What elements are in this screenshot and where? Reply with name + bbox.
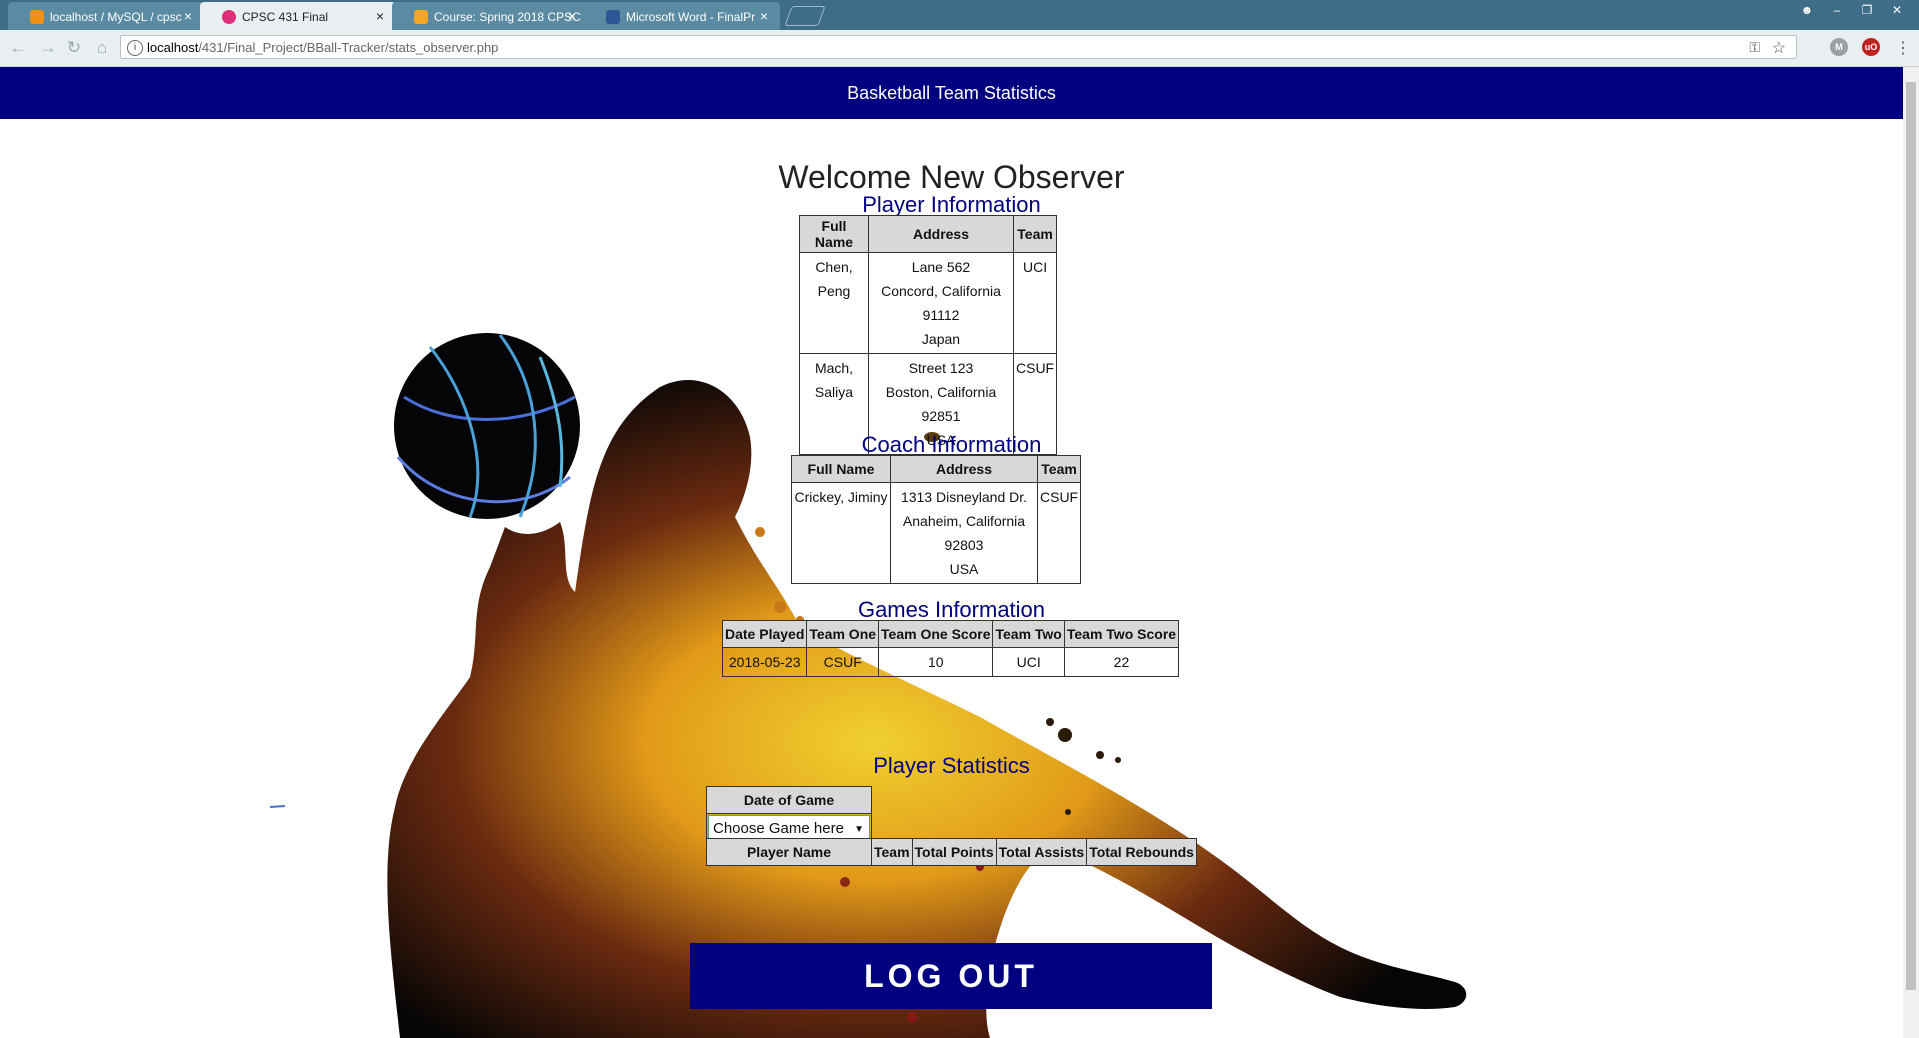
column-header: Team Two Score: [1063, 620, 1180, 648]
date-cell: 2018-05-23: [721, 647, 808, 677]
column-header: Team: [1012, 215, 1058, 253]
browser-tab[interactable]: localhost / MySQL / cpsc ×: [8, 2, 204, 30]
moodle-icon: [414, 10, 428, 24]
logout-button[interactable]: LOG OUT: [690, 943, 1212, 1009]
column-header: Team Two: [992, 620, 1065, 648]
table-row: Crickey, Jiminy 1313 Disneyland Dr. Anah…: [791, 482, 1082, 584]
column-header: Team: [871, 838, 913, 866]
address-city: Concord, California 91112: [881, 283, 1001, 323]
close-window-icon[interactable]: ✕: [1884, 0, 1910, 20]
column-header: Date of Game: [706, 786, 872, 814]
player-name-cell: Chen, Peng: [799, 252, 869, 354]
app-icon: [222, 10, 236, 24]
player-stats-table: Player Name Team Total Points Total Assi…: [706, 838, 1197, 866]
coach-name-cell: Crickey, Jiminy: [791, 482, 891, 584]
key-icon[interactable]: ⚿: [1749, 39, 1760, 56]
player-info-table: Full Name Address Team Chen, Peng Lane 5…: [799, 215, 1058, 455]
minimize-icon[interactable]: –: [1824, 0, 1850, 20]
url-path: /431/Final_Project/BBall-Tracker/stats_o…: [198, 40, 499, 55]
browser-tab[interactable]: Course: Spring 2018 CPSC ×: [392, 2, 588, 30]
table-header-row: Date of Game: [706, 786, 872, 814]
column-header: Total Assists: [995, 838, 1088, 866]
table-header-row: Full Name Address Team: [799, 215, 1058, 253]
phpmyadmin-icon: [30, 10, 44, 24]
column-header: Full Name: [791, 455, 891, 483]
tab-title: Course: Spring 2018 CPSC: [434, 10, 581, 24]
team-cell: CSUF: [1036, 482, 1082, 584]
address-street: 1313 Disneyland Dr.: [900, 489, 1028, 505]
profile-icon[interactable]: ☻: [1794, 0, 1820, 20]
close-icon[interactable]: ×: [568, 8, 576, 24]
tab-title: localhost / MySQL / cpsc: [50, 10, 182, 24]
info-icon[interactable]: i: [127, 40, 143, 56]
table-row: Chen, Peng Lane 562 Concord, California …: [799, 252, 1058, 354]
forward-icon[interactable]: →: [38, 38, 58, 58]
address-cell: Lane 562 Concord, California 91112 Japan: [868, 252, 1014, 354]
close-icon[interactable]: ×: [184, 8, 192, 24]
column-header: Team One Score: [878, 620, 994, 648]
address-street: Street 123: [908, 360, 974, 376]
team-one-score-cell: 10: [878, 647, 994, 677]
scrollbar[interactable]: [1903, 67, 1919, 1038]
restore-icon[interactable]: ❐: [1854, 0, 1880, 20]
table-header-row: Date Played Team One Team One Score Team…: [721, 620, 1180, 648]
address-cell: 1313 Disneyland Dr. Anaheim, California …: [890, 482, 1038, 584]
close-icon[interactable]: ×: [760, 8, 768, 24]
browser-menu-icon[interactable]: ⋮: [1895, 38, 1911, 58]
new-tab-button[interactable]: [784, 6, 826, 26]
address-city: Anaheim, California 92803: [902, 513, 1026, 553]
date-of-game-table: Date of Game Choose Game here ▼: [706, 786, 872, 845]
column-header: Player Name: [706, 838, 872, 866]
extension-icon[interactable]: M: [1830, 38, 1848, 56]
column-header: Full Name: [799, 215, 869, 253]
browser-tab-active[interactable]: CPSC 431 Final ×: [200, 2, 396, 30]
table-header-row: Player Name Team Total Points Total Assi…: [706, 838, 1197, 866]
address-city: Boston, California 92851: [885, 384, 997, 424]
column-header: Total Rebounds: [1086, 838, 1197, 866]
column-header: Address: [868, 215, 1014, 253]
address-street: Lane 562: [911, 259, 971, 275]
column-header: Address: [890, 455, 1038, 483]
tab-title: Microsoft Word - FinalPr: [626, 10, 756, 24]
address-country: USA: [949, 561, 979, 577]
column-header: Date Played: [721, 620, 808, 648]
address-bar: ← → ↻ ⌂ i localhost/431/Final_Project/BB…: [0, 30, 1919, 67]
url-host: localhost: [147, 40, 199, 55]
basketball-icon: [394, 333, 580, 519]
table-row: 2018-05-23 CSUF 10 UCI 22: [721, 647, 1180, 677]
address-country: Japan: [921, 331, 961, 347]
team-one-cell: CSUF: [806, 647, 880, 677]
column-header: Team: [1036, 455, 1082, 483]
browser-tab[interactable]: Microsoft Word - FinalPr ×: [584, 2, 780, 30]
document-icon: [606, 10, 620, 24]
team-two-score-cell: 22: [1063, 647, 1180, 677]
team-two-cell: UCI: [992, 647, 1065, 677]
bookmark-star-icon[interactable]: ☆: [1772, 38, 1786, 58]
team-cell: UCI: [1012, 252, 1058, 354]
welcome-heading: Welcome New Observer: [778, 159, 1125, 195]
scrollbar-thumb[interactable]: [1906, 82, 1916, 990]
games-info-table: Date Played Team One Team One Score Team…: [721, 620, 1180, 677]
game-select-value: Choose Game here: [713, 820, 844, 837]
tab-title: CPSC 431 Final: [242, 10, 329, 24]
ublock-icon[interactable]: uO: [1862, 38, 1880, 56]
page-viewport: Basketball Team Statistics Welcome New O…: [0, 67, 1903, 1038]
reload-icon[interactable]: ↻: [64, 38, 84, 58]
close-icon[interactable]: ×: [376, 8, 384, 24]
home-icon[interactable]: ⌂: [92, 38, 112, 58]
table-header-row: Full Name Address Team: [791, 455, 1082, 483]
browser-tab-bar: localhost / MySQL / cpsc × CPSC 431 Fina…: [0, 0, 1919, 30]
url-input[interactable]: i localhost/431/Final_Project/BBall-Trac…: [120, 35, 1797, 59]
coach-info-table: Full Name Address Team Crickey, Jiminy 1…: [791, 455, 1082, 584]
player-stats-title: Player Statistics: [873, 753, 1030, 778]
column-header: Team One: [806, 620, 880, 648]
page-header: Basketball Team Statistics: [0, 67, 1903, 119]
back-icon[interactable]: ←: [8, 38, 28, 58]
column-header: Total Points: [911, 838, 997, 866]
